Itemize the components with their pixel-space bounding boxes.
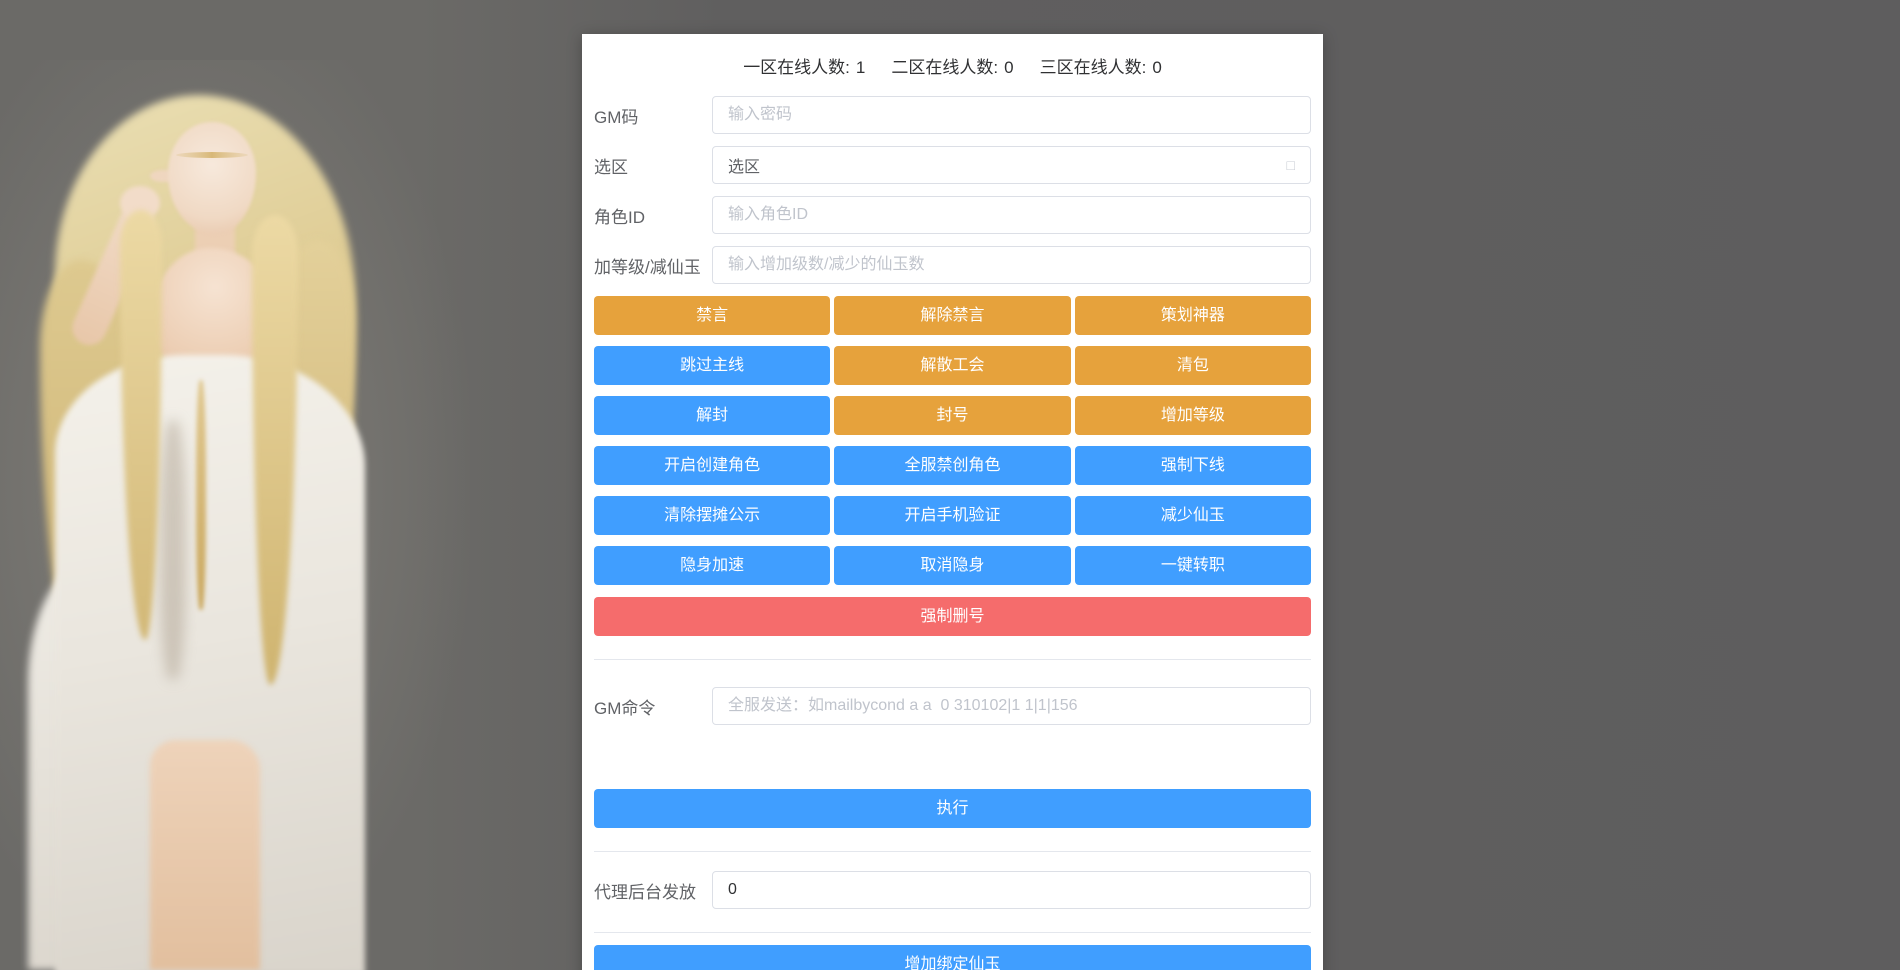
action-button[interactable]: 一键转职: [1074, 546, 1311, 585]
action-button[interactable]: 开启创建角色: [594, 446, 831, 485]
artwork-dress-shading: [160, 420, 186, 680]
action-button[interactable]: 清除摆摊公示: [594, 496, 831, 535]
role-id-input[interactable]: [712, 196, 1311, 234]
action-button-grid: 禁言 解除禁言 策划神器跳过主线 解散工会 清包解封 封号 增加等级开启创建角色 全服禁创角色…: [594, 296, 1311, 585]
zone1-online-count: 一区在线人数: 1: [743, 57, 866, 77]
artwork-face: [168, 122, 256, 234]
character-artwork-image: [0, 0, 470, 970]
action-button[interactable]: 跳过主线: [594, 346, 831, 385]
artwork-legs: [150, 740, 260, 970]
action-button[interactable]: 增加等级: [1074, 396, 1311, 435]
role-id-row: 角色ID: [594, 196, 1311, 234]
action-button[interactable]: 开启手机验证: [834, 496, 1071, 535]
execute-button[interactable]: 执行: [594, 789, 1311, 828]
online-stats-bar: 一区在线人数: 1 二区在线人数: 0 三区在线人数: 0: [594, 48, 1311, 82]
gm-code-row: GM码: [594, 96, 1311, 134]
action-button[interactable]: 策划神器: [1074, 296, 1311, 335]
action-button[interactable]: 清包: [1074, 346, 1311, 385]
gm-command-row: GM命令: [594, 687, 1311, 725]
section-divider: [594, 932, 1311, 933]
level-jade-label: 加等级/减仙玉: [594, 257, 701, 277]
action-button[interactable]: 减少仙玉: [1074, 496, 1311, 535]
gm-command-input[interactable]: [712, 687, 1311, 725]
zone2-online-count: 二区在线人数: 0: [891, 57, 1014, 77]
action-button[interactable]: 封号: [834, 396, 1071, 435]
gm-panel: 一区在线人数: 1 二区在线人数: 0 三区在线人数: 0 GM码 选区 选区 □ 角…: [582, 34, 1323, 970]
level-jade-input[interactable]: [712, 246, 1311, 284]
zone-select-label: 选区: [594, 157, 628, 177]
section-divider: [594, 851, 1311, 852]
action-button[interactable]: 解散工会: [834, 346, 1071, 385]
action-button[interactable]: 解封: [594, 396, 831, 435]
gm-command-label: GM命令: [594, 698, 656, 718]
grant-jade-button[interactable]: 增加绑定仙玉: [594, 945, 1311, 970]
section-divider: [594, 659, 1311, 660]
action-button[interactable]: 禁言: [594, 296, 831, 335]
gm-code-label: GM码: [594, 107, 639, 127]
action-button[interactable]: 隐身加速: [594, 546, 831, 585]
agent-grant-row: 代理后台发放: [594, 871, 1311, 909]
action-button[interactable]: 全服禁创角色: [834, 446, 1071, 485]
action-button[interactable]: 强制下线: [1074, 446, 1311, 485]
agent-grant-input[interactable]: [712, 871, 1311, 909]
dropdown-indicator-icon: □: [1286, 157, 1295, 173]
artwork-gold-trim: [196, 380, 206, 610]
gm-code-input[interactable]: [712, 96, 1311, 134]
action-button[interactable]: 解除禁言: [834, 296, 1071, 335]
level-jade-row: 加等级/减仙玉: [594, 246, 1311, 284]
force-delete-button[interactable]: 强制删号: [594, 597, 1311, 636]
zone-select-value: 选区: [728, 159, 761, 176]
zone-select-row: 选区 选区 □: [594, 146, 1311, 184]
zone-select-dropdown[interactable]: 选区 □: [712, 146, 1311, 184]
page-background: 一区在线人数: 1 二区在线人数: 0 三区在线人数: 0 GM码 选区 选区 □ 角…: [0, 0, 1900, 970]
artwork-circlet: [176, 152, 248, 158]
role-id-label: 角色ID: [594, 207, 645, 227]
agent-grant-label: 代理后台发放: [594, 882, 696, 902]
zone3-online-count: 三区在线人数: 0: [1039, 57, 1162, 77]
action-button[interactable]: 取消隐身: [834, 546, 1071, 585]
